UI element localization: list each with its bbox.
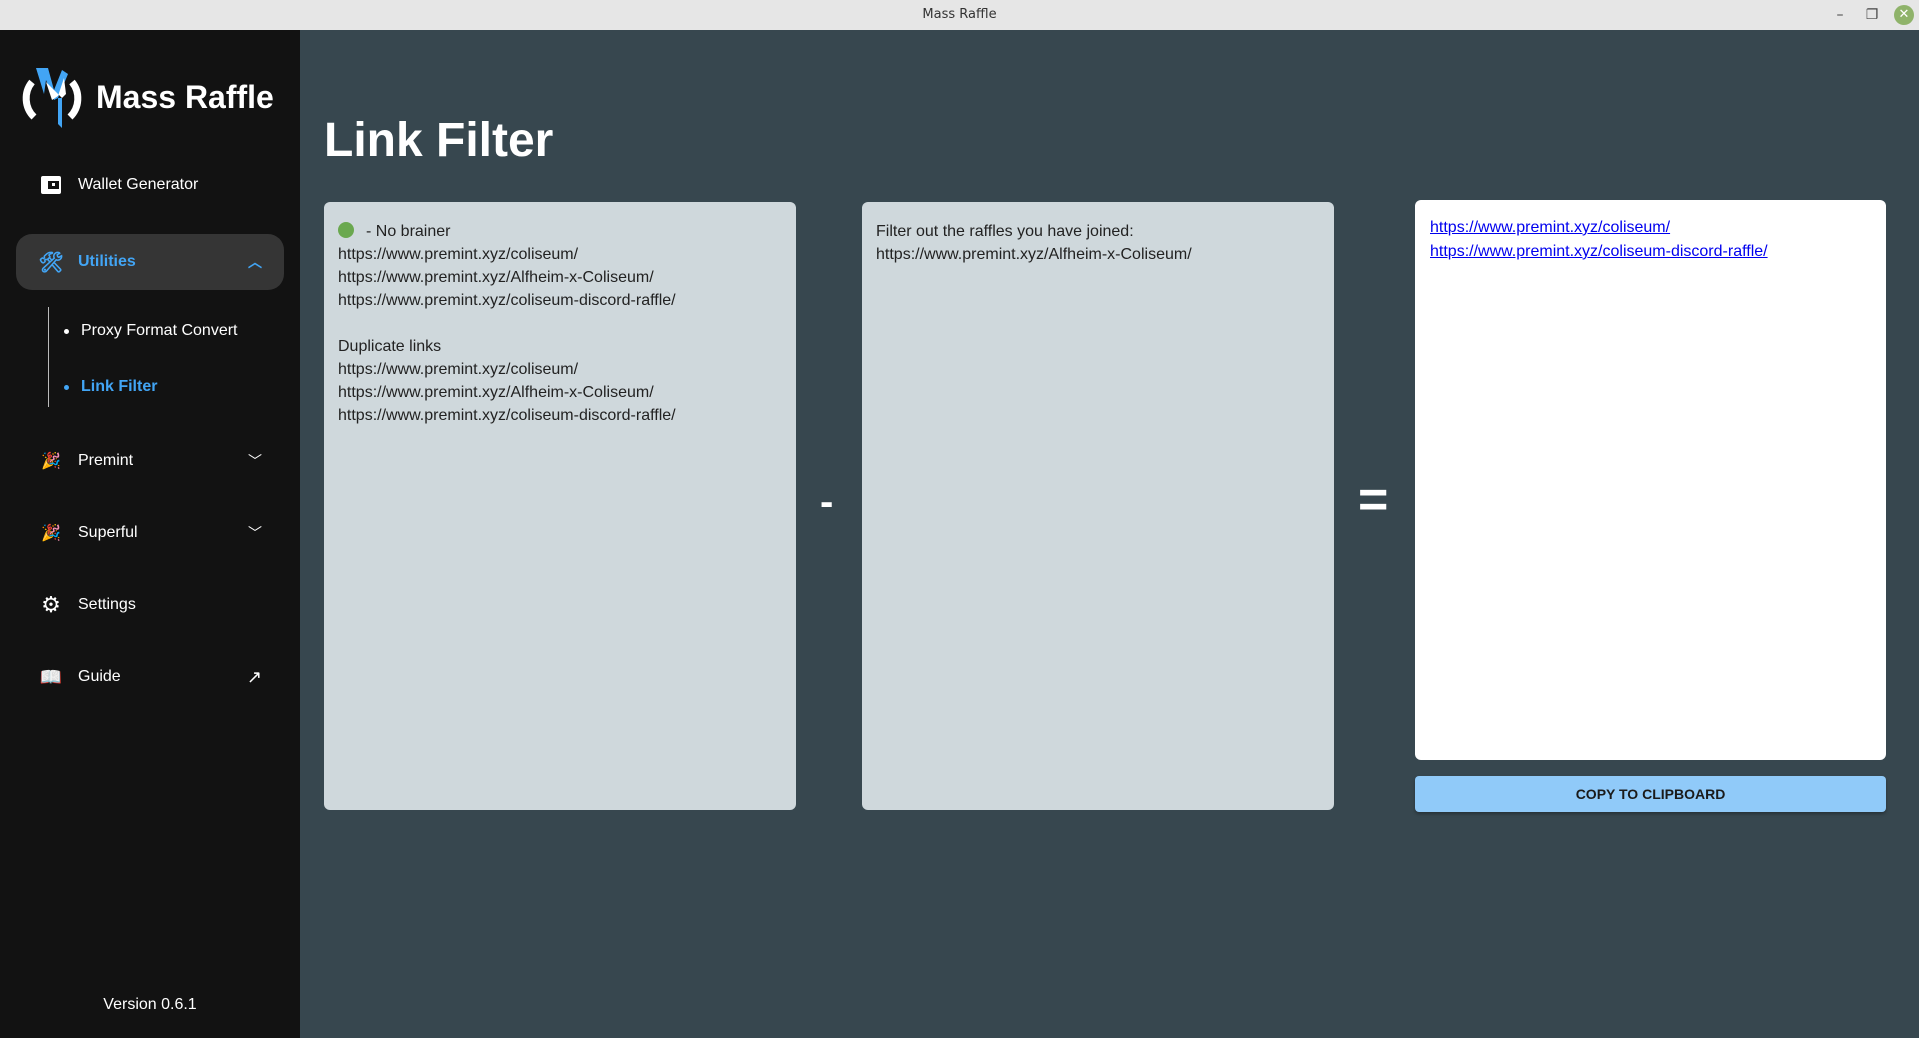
logo-icon: [22, 68, 82, 128]
party-popper-icon: 🎉: [41, 453, 61, 470]
input-line: https://www.premint.xyz/coliseum/: [338, 246, 579, 263]
green-circle-icon: [338, 222, 354, 238]
sidebar-subitem-link-filter[interactable]: Link Filter: [64, 378, 157, 396]
sidebar-item-wallet-generator[interactable]: Wallet Generator: [16, 157, 284, 213]
version-label: Version 0.6.1: [103, 996, 197, 1013]
close-button[interactable]: ✕: [1892, 0, 1916, 30]
sidebar-item-settings[interactable]: ⚙ Settings: [16, 577, 284, 633]
sidebar-subitem-proxy-format-convert[interactable]: Proxy Format Convert: [64, 322, 237, 340]
input-line: - No brainer: [338, 220, 782, 243]
copy-to-clipboard-button[interactable]: COPY TO CLIPBOARD: [1415, 776, 1886, 812]
app-name: Mass Raffle: [96, 78, 274, 115]
tools-icon: 🛠: [38, 251, 64, 274]
book-icon: 📖: [39, 666, 63, 687]
sidebar-item-label: Proxy Format Convert: [81, 322, 238, 339]
filter-line: Filter out the raffles you have joined:: [876, 223, 1134, 240]
filter-line: https://www.premint.xyz/Alfheim-x-Colise…: [876, 246, 1192, 263]
input-line: https://www.premint.xyz/Alfheim-x-Colise…: [338, 384, 654, 401]
input-line: Duplicate links: [338, 338, 442, 355]
sidebar: Mass Raffle Wallet Generator 🛠 Utilities…: [0, 30, 300, 1038]
result-link[interactable]: https://www.premint.xyz/coliseum/: [1430, 216, 1871, 240]
window-title: Mass Raffle: [922, 7, 997, 22]
input-line: https://www.premint.xyz/Alfheim-x-Colise…: [338, 269, 654, 286]
sidebar-item-label: Superful: [78, 524, 138, 541]
chevron-down-icon: ﹀: [248, 525, 262, 541]
input-line: https://www.premint.xyz/coliseum-discord…: [338, 292, 676, 309]
input-line: https://www.premint.xyz/coliseum-discord…: [338, 407, 676, 424]
sidebar-item-label: Settings: [78, 596, 136, 613]
page-title: Link Filter: [324, 114, 554, 167]
chevron-up-icon: ︿: [248, 254, 262, 270]
sidebar-item-label: Premint: [78, 452, 134, 469]
sidebar-item-label: Wallet Generator: [78, 176, 199, 193]
sidebar-item-label: Link Filter: [81, 378, 158, 395]
links-input[interactable]: - No brainer https://www.premint.xyz/col…: [324, 202, 796, 810]
result-output[interactable]: https://www.premint.xyz/coliseum/ https:…: [1415, 200, 1886, 760]
maximize-button[interactable]: ❐: [1860, 0, 1884, 30]
title-bar: Mass Raffle – ❐ ✕: [0, 0, 1919, 30]
app-logo[interactable]: Mass Raffle: [22, 64, 274, 130]
sidebar-item-utilities[interactable]: 🛠 Utilities ︿: [16, 234, 284, 290]
party-popper-icon: 🎉: [41, 525, 61, 542]
sidebar-item-guide[interactable]: 📖 Guide ↗: [16, 649, 284, 705]
equals-sign: =: [1358, 471, 1389, 529]
sidebar-item-label: Guide: [78, 668, 121, 685]
result-link[interactable]: https://www.premint.xyz/coliseum-discord…: [1430, 240, 1871, 264]
input-line: [338, 312, 782, 335]
filter-input[interactable]: Filter out the raffles you have joined: …: [862, 202, 1334, 810]
external-link-icon: ↗: [246, 666, 262, 687]
submenu-line: [48, 307, 49, 407]
input-line: https://www.premint.xyz/coliseum/: [338, 361, 579, 378]
gear-icon: ⚙: [41, 592, 61, 617]
sidebar-item-superful[interactable]: 🎉 Superful ﹀: [16, 505, 284, 561]
sidebar-item-label: Utilities: [78, 253, 136, 270]
chevron-down-icon: ﹀: [248, 453, 262, 469]
minus-sign: -: [820, 480, 834, 524]
minimize-button[interactable]: –: [1828, 0, 1852, 30]
wallet-icon: [40, 174, 62, 196]
sidebar-item-premint[interactable]: 🎉 Premint ﹀: [16, 433, 284, 489]
